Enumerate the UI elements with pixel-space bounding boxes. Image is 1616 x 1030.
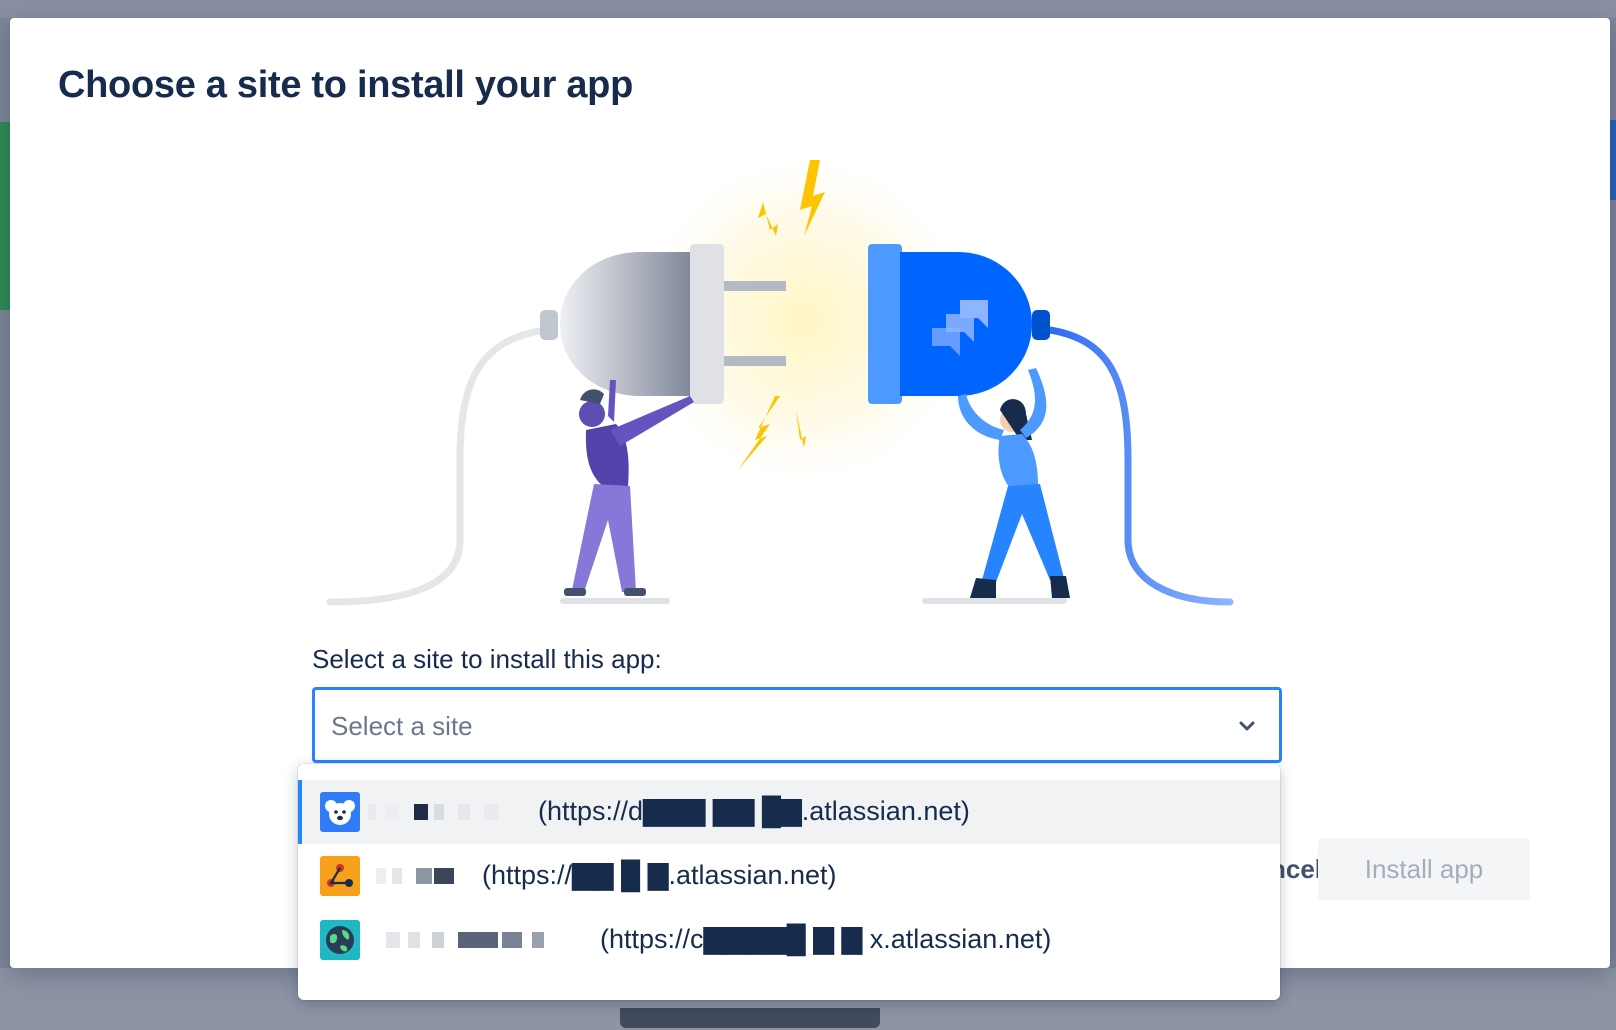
site-name-redacted [368, 932, 544, 950]
site-select-label: Select a site to install this app: [312, 644, 662, 674]
chevron-down-icon [1239, 721, 1255, 731]
koala-avatar-icon [320, 792, 360, 832]
site-option-koala[interactable]: (https://d▇▇▇ ▇▇ █▇.atlassian.net) [298, 780, 1280, 844]
plug-connection-illustration [326, 145, 1234, 606]
background-app-panel [0, 122, 10, 310]
person-left-figure [564, 380, 694, 596]
webhook-avatar-icon [320, 856, 360, 896]
dialog-title: Choose a site to install your app [58, 64, 633, 106]
site-options-menu: (https://d▇▇▇ ▇▇ █▇.atlassian.net) (http… [298, 764, 1280, 1000]
site-option-webhook[interactable]: (https://▇▇ █ ▇.atlassian.net) [298, 844, 1280, 908]
site-select-dropdown[interactable]: Select a site [312, 687, 1282, 763]
background-app-header [0, 0, 1616, 18]
site-option-url: (https://d▇▇▇ ▇▇ █▇.atlassian.net) [538, 796, 970, 826]
globe-avatar-icon [320, 920, 360, 960]
site-option-globe[interactable]: (https://c▇▇▇▇█ ▇ ▇ x.atlassian.net) [298, 908, 1280, 972]
install-app-button[interactable]: Install app [1318, 838, 1530, 900]
site-name-redacted [368, 804, 498, 822]
site-option-url: (https://▇▇ █ ▇.atlassian.net) [482, 860, 837, 890]
site-option-url: (https://c▇▇▇▇█ ▇ ▇ x.atlassian.net) [600, 924, 1052, 954]
background-app-heading [620, 1008, 880, 1028]
site-name-redacted [376, 868, 454, 886]
site-select-placeholder: Select a site [331, 711, 473, 741]
person-right-figure [958, 368, 1070, 598]
